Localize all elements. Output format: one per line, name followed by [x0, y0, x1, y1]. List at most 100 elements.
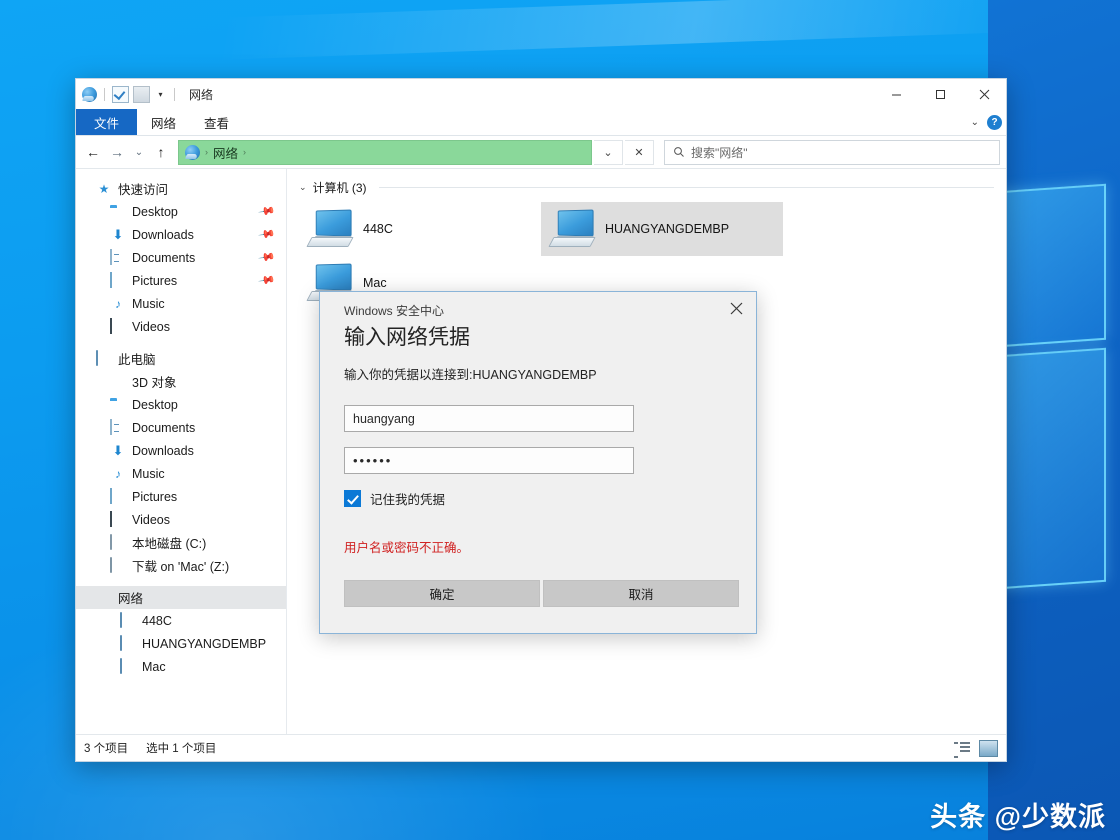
3d-objects-icon: [110, 374, 126, 390]
item-count-label: 3 个项目: [84, 743, 129, 755]
breadcrumb-item-network[interactable]: 网络: [213, 143, 238, 162]
chevron-down-icon[interactable]: ⌄: [971, 117, 979, 128]
download-icon: ⬇: [112, 442, 124, 458]
video-icon: [110, 510, 126, 528]
maximize-button[interactable]: [918, 79, 962, 109]
sidebar-group-label: 此电脑: [118, 353, 156, 367]
sidebar-item-documents[interactable]: Documents 📌: [76, 246, 286, 269]
network-globe-icon[interactable]: [82, 86, 97, 102]
window-controls: [874, 79, 1006, 109]
sidebar-item-local-disk-c[interactable]: 本地磁盘 (C:): [76, 531, 286, 554]
sidebar-item-desktop[interactable]: Desktop 📌: [76, 200, 286, 223]
sidebar-item-label: Documents: [132, 420, 196, 435]
sidebar-item-label: Downloads: [132, 227, 194, 242]
tab-file[interactable]: 文件: [76, 109, 138, 135]
sidebar-item-pc-desktop[interactable]: Desktop: [76, 393, 286, 416]
sidebar-item-pc-videos[interactable]: Videos: [76, 508, 286, 531]
sidebar-item-label: Desktop: [132, 204, 178, 219]
sidebar-item-pc-music[interactable]: ♪ Music: [76, 462, 286, 485]
sidebar-item-label: Downloads: [132, 443, 194, 458]
error-message: 用户名或密码不正确。: [344, 541, 470, 555]
large-icons-view-icon[interactable]: [979, 739, 998, 757]
sidebar-item-label: Music: [132, 296, 165, 311]
sidebar-item-label: Music: [132, 466, 165, 481]
chevron-down-icon[interactable]: ▾: [154, 88, 167, 101]
group-header-rule: [378, 187, 994, 188]
sidebar-item-network[interactable]: 网络: [76, 586, 286, 609]
password-value: ••••••: [353, 453, 393, 468]
sidebar-item-pc-pictures[interactable]: Pictures: [76, 485, 286, 508]
pin-icon[interactable]: 📌: [258, 202, 277, 221]
back-button[interactable]: ←: [82, 140, 104, 164]
minimize-button[interactable]: [874, 79, 918, 109]
properties-icon[interactable]: [112, 85, 129, 103]
remember-credentials-label: 记住我的凭据: [370, 493, 446, 507]
up-button[interactable]: ↑: [150, 140, 172, 164]
download-icon: ⬇: [112, 226, 124, 242]
computer-icon: [120, 657, 136, 675]
username-field[interactable]: huangyang: [344, 405, 634, 432]
sidebar-item-label: Documents: [132, 250, 196, 265]
sidebar-item-pc-documents[interactable]: Documents: [76, 416, 286, 439]
qat-divider: [104, 87, 105, 101]
sidebar-group-quick-access[interactable]: ★ 快速访问: [76, 177, 286, 200]
music-icon: ♪: [115, 466, 121, 481]
list-item[interactable]: 448C: [299, 202, 541, 256]
sidebar-item-mac[interactable]: Mac: [76, 655, 286, 678]
breadcrumb-separator-2[interactable]: ›: [243, 147, 246, 157]
remember-credentials-checkbox[interactable]: 记住我的凭据: [344, 489, 445, 508]
sidebar-item-pc-downloads[interactable]: ⬇ Downloads: [76, 439, 286, 462]
sidebar-item-label: Pictures: [132, 273, 178, 288]
sidebar-item-label: Pictures: [132, 489, 178, 504]
sidebar-group-label: 快速访问: [118, 183, 169, 197]
sidebar-item-label: Desktop: [132, 397, 178, 412]
pin-icon[interactable]: 📌: [258, 225, 277, 244]
tab-view[interactable]: 查看: [190, 109, 243, 135]
breadcrumb[interactable]: › 网络 ›: [178, 139, 592, 165]
sidebar-item-label: 本地磁盘 (C:): [132, 537, 207, 551]
pin-icon[interactable]: 📌: [258, 271, 277, 290]
this-pc-icon: [96, 349, 112, 367]
sidebar-item-videos[interactable]: Videos: [76, 315, 286, 338]
close-icon[interactable]: [722, 296, 750, 320]
sidebar-item-music[interactable]: ♪ Music: [76, 292, 286, 315]
sidebar-item-pictures[interactable]: Pictures 📌: [76, 269, 286, 292]
sidebar-item-448c[interactable]: 448C: [76, 609, 286, 632]
group-header-computers[interactable]: ⌄ 计算机 (3): [299, 179, 994, 196]
chevron-down-icon[interactable]: ⌄: [299, 182, 307, 193]
sidebar-item-huangyangdembp[interactable]: HUANGYANGDEMBP: [76, 632, 286, 655]
breadcrumb-separator-1: ›: [205, 147, 208, 157]
pictures-icon: [110, 271, 126, 289]
sidebar-item-network-drive-z[interactable]: 下载 on 'Mac' (Z:): [76, 554, 286, 577]
close-button[interactable]: [962, 79, 1006, 109]
forward-button[interactable]: →: [106, 140, 128, 164]
help-icon[interactable]: ?: [987, 114, 1002, 130]
new-folder-icon[interactable]: [133, 85, 150, 103]
computer-icon: [120, 611, 136, 629]
sidebar-item-downloads[interactable]: ⬇ Downloads 📌: [76, 223, 286, 246]
address-stop-button[interactable]: ✕: [625, 139, 654, 165]
details-view-icon[interactable]: [954, 741, 971, 758]
checkbox-icon[interactable]: [344, 490, 361, 507]
dialog-subtitle: 输入你的凭据以连接到:HUANGYANGDEMBP: [344, 368, 597, 382]
sidebar-item-label: Mac: [142, 659, 166, 674]
pin-icon[interactable]: 📌: [258, 248, 277, 267]
dialog-heading: 输入网络凭据: [344, 326, 470, 349]
credential-dialog: Windows 安全中心 输入网络凭据 输入你的凭据以连接到:HUANGYANG…: [319, 291, 757, 634]
ok-button[interactable]: 确定: [344, 580, 540, 607]
sidebar-item-3d-objects[interactable]: 3D 对象: [76, 370, 286, 393]
document-icon: [110, 248, 126, 266]
search-input[interactable]: 搜索"网络": [664, 139, 1000, 165]
cancel-button[interactable]: 取消: [543, 580, 739, 607]
recent-locations-button[interactable]: ⌄: [130, 140, 148, 164]
tab-network[interactable]: 网络: [137, 109, 190, 135]
computer-icon: [306, 209, 354, 249]
password-field[interactable]: ••••••: [344, 447, 634, 474]
sidebar-group-this-pc[interactable]: 此电脑: [76, 347, 286, 370]
address-dropdown-button[interactable]: ⌄: [594, 139, 623, 165]
list-item[interactable]: HUANGYANGDEMBP: [541, 202, 783, 256]
local-disk-icon: [110, 533, 126, 551]
qat-divider-2: [174, 87, 175, 101]
